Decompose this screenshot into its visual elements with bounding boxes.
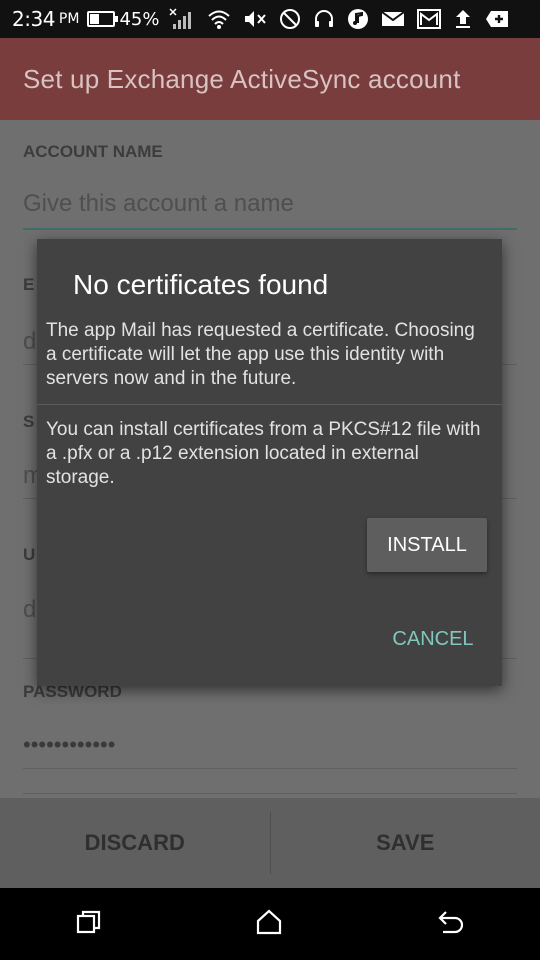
battery-percent: 45% xyxy=(119,8,160,30)
mute-icon xyxy=(243,9,267,29)
dialog-title: No certificates found xyxy=(73,269,329,300)
install-button[interactable]: INSTALL xyxy=(367,518,487,572)
back-icon[interactable] xyxy=(435,908,465,940)
action-bar: DISCARD SAVE xyxy=(0,798,540,888)
navigation-bar xyxy=(0,888,540,960)
app-bar: Set up Exchange ActiveSync account xyxy=(0,38,540,120)
certificate-dialog: No certificates found The app Mail has r… xyxy=(37,239,502,686)
music-icon xyxy=(347,8,369,30)
account-name-underline xyxy=(23,228,517,230)
home-icon[interactable] xyxy=(254,908,284,940)
password-input[interactable]: •••••••••••• xyxy=(23,732,517,758)
recents-icon[interactable] xyxy=(75,908,103,940)
account-name-label: ACCOUNT NAME xyxy=(23,142,163,161)
email-label: E xyxy=(23,275,35,294)
signal-icon xyxy=(169,8,195,30)
cancel-button[interactable]: CANCEL xyxy=(373,623,493,655)
form-divider xyxy=(23,793,517,794)
headset-icon xyxy=(313,8,335,30)
gmail-icon xyxy=(417,9,442,29)
discard-button[interactable]: DISCARD xyxy=(0,798,270,888)
status-time: 2:34 xyxy=(12,7,55,31)
status-ampm: PM xyxy=(58,11,80,27)
save-button[interactable]: SAVE xyxy=(271,798,540,888)
dialog-message-request: The app Mail has requested a certificate… xyxy=(46,320,475,389)
page-title: Set up Exchange ActiveSync account xyxy=(23,63,461,94)
account-name-input[interactable]: Give this account a name xyxy=(23,190,517,218)
server-label: S xyxy=(23,412,35,431)
mail-icon xyxy=(381,10,406,28)
dialog-divider xyxy=(37,404,502,405)
upload-icon xyxy=(453,8,473,30)
add-icon xyxy=(485,9,509,29)
dialog-message-install: You can install certificates from a PKCS… xyxy=(46,419,481,488)
user-label: U xyxy=(23,545,36,564)
status-bar: 2:34 PM 45% xyxy=(0,0,540,38)
wifi-icon xyxy=(207,8,231,30)
battery-icon xyxy=(87,11,119,27)
do-not-disturb-icon xyxy=(279,8,301,30)
password-underline xyxy=(23,768,517,769)
